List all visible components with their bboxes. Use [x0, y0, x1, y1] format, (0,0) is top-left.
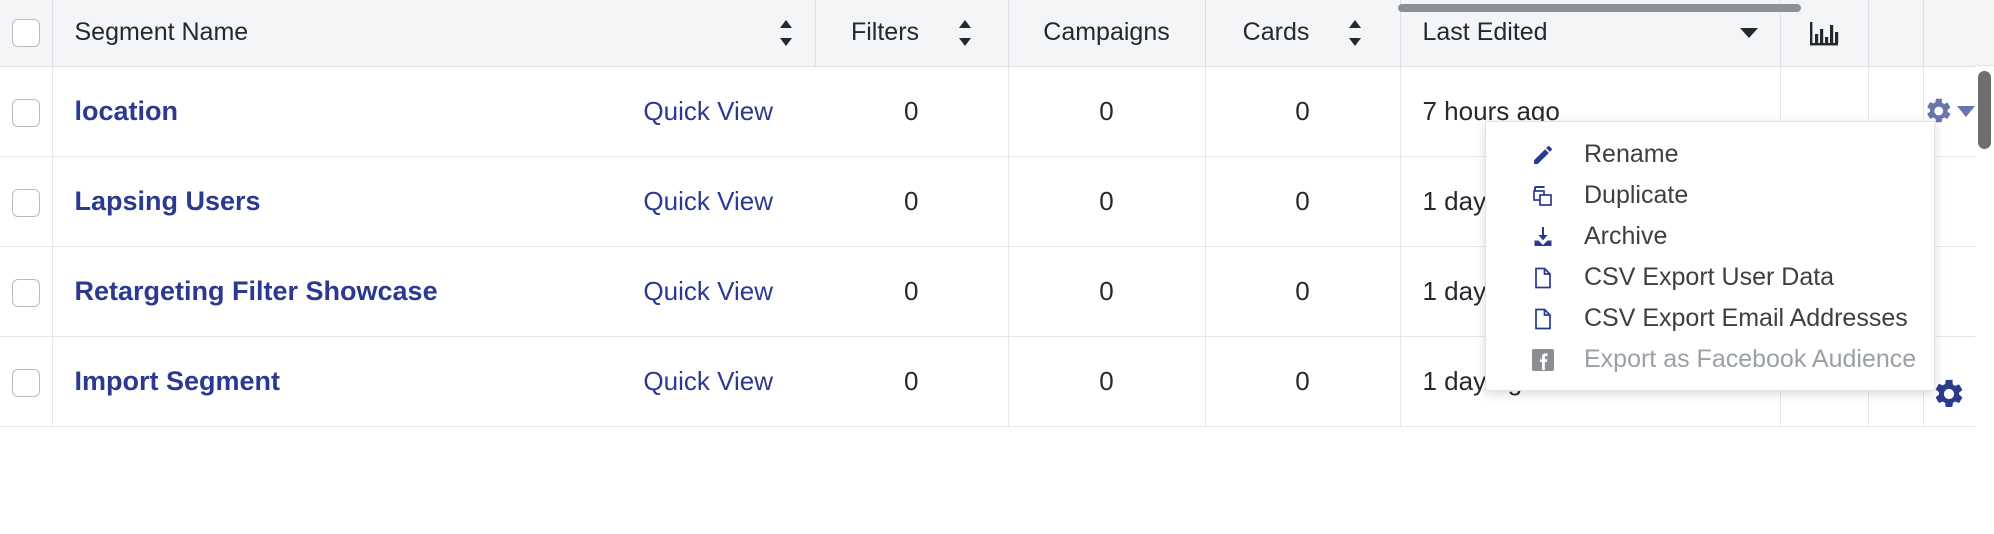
pencil-icon [1530, 142, 1556, 168]
column-header-cards[interactable]: Cards [1205, 0, 1401, 67]
quick-view-link[interactable]: Quick View [643, 366, 793, 397]
menu-item-label: Rename [1584, 140, 1679, 168]
campaigns-cell: 0 [1008, 246, 1206, 337]
column-header-label: Filters [850, 18, 920, 47]
column-header-campaigns[interactable]: Campaigns [1008, 0, 1206, 67]
select-all-checkbox[interactable] [11, 19, 40, 48]
row-select-cell[interactable] [0, 66, 53, 157]
column-header-blank [1868, 0, 1924, 67]
segment-name-cell: Lapsing Users Quick View [52, 156, 815, 247]
row-select-cell[interactable] [0, 336, 53, 427]
menu-item-rename[interactable]: Rename [1486, 134, 1934, 175]
menu-item-export-as-facebook-audience: Export as Facebook Audience [1486, 339, 1934, 380]
sort-icon[interactable] [1349, 19, 1362, 46]
menu-item-csv-export-user-data[interactable]: CSV Export User Data [1486, 257, 1934, 298]
select-all-header[interactable] [0, 0, 53, 67]
campaigns-cell: 0 [1008, 336, 1206, 427]
menu-item-csv-export-email-addresses[interactable]: CSV Export Email Addresses [1486, 298, 1934, 339]
filters-cell: 0 [815, 336, 1009, 427]
campaigns-cell: 0 [1008, 66, 1206, 157]
row-checkbox[interactable] [11, 368, 40, 397]
menu-item-duplicate[interactable]: Duplicate [1486, 175, 1934, 216]
column-header-filters[interactable]: Filters [815, 0, 1009, 67]
menu-item-label: Archive [1584, 222, 1668, 250]
segment-name-cell: Retargeting Filter Showcase Quick View [52, 246, 815, 337]
file-icon [1530, 265, 1556, 291]
row-checkbox[interactable] [11, 188, 40, 217]
segment-name-link[interactable]: Retargeting Filter Showcase [75, 276, 438, 307]
column-header-label: Last Edited [1422, 18, 1548, 47]
segment-name-link[interactable]: Import Segment [75, 366, 281, 397]
cards-cell: 0 [1205, 156, 1401, 247]
quick-view-link[interactable]: Quick View [643, 186, 793, 217]
cards-cell: 0 [1205, 66, 1401, 157]
vertical-scrollbar-thumb[interactable] [1978, 71, 1991, 149]
row-select-cell[interactable] [0, 156, 53, 247]
bar-chart-icon[interactable] [1808, 18, 1840, 48]
row-checkbox[interactable] [11, 278, 40, 307]
cards-cell: 0 [1205, 336, 1401, 427]
file-icon [1530, 306, 1556, 332]
facebook-icon [1530, 347, 1556, 373]
menu-item-label: CSV Export User Data [1584, 263, 1835, 291]
cards-cell: 0 [1205, 246, 1401, 337]
campaigns-cell: 0 [1008, 156, 1206, 247]
quick-view-link[interactable]: Quick View [643, 276, 793, 307]
column-header-label: Segment Name [74, 18, 249, 47]
segment-name-link[interactable]: location [75, 96, 179, 127]
sort-icon[interactable] [779, 19, 793, 46]
segment-name-link[interactable]: Lapsing Users [75, 186, 261, 217]
scrollbar-header-pad [1975, 0, 1994, 66]
horizontal-scrollbar[interactable] [1398, 4, 1801, 12]
menu-item-label: CSV Export Email Addresses [1584, 304, 1908, 332]
chevron-down-icon[interactable] [1957, 105, 1975, 117]
segment-name-cell: location Quick View [52, 66, 815, 157]
row-checkbox[interactable] [11, 98, 40, 127]
column-header-segment-name[interactable]: Segment Name [52, 0, 816, 67]
column-header-label: Campaigns [1043, 18, 1170, 47]
segment-name-cell: Import Segment Quick View [52, 336, 815, 427]
archive-icon [1530, 224, 1556, 250]
segments-table-page: Segment Name Filters Campaigns Cards Las… [0, 0, 1994, 534]
column-header-actions [1923, 0, 1975, 67]
gear-icon[interactable] [1932, 377, 1966, 411]
filters-cell: 0 [815, 66, 1009, 157]
chevron-down-icon[interactable] [1739, 27, 1758, 38]
sort-icon[interactable] [959, 19, 972, 46]
row-actions-menu[interactable]: Rename Duplicate Archive CSV Export User… [1485, 121, 1935, 391]
filters-cell: 0 [815, 156, 1009, 247]
filters-cell: 0 [815, 246, 1009, 337]
row-select-cell[interactable] [0, 246, 53, 337]
quick-view-link[interactable]: Quick View [643, 96, 793, 127]
column-header-label: Cards [1242, 18, 1310, 47]
menu-item-label: Duplicate [1584, 181, 1689, 209]
copy-icon [1530, 183, 1556, 209]
menu-item-archive[interactable]: Archive [1486, 216, 1934, 257]
menu-item-label: Export as Facebook Audience [1584, 345, 1917, 373]
